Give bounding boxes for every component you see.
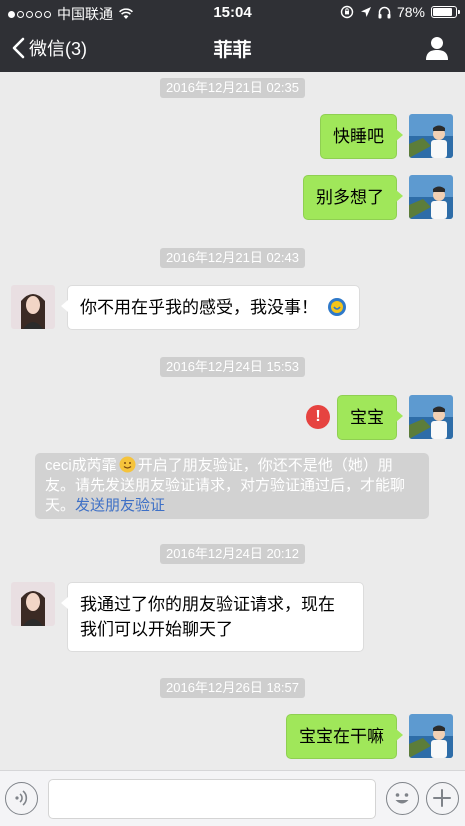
status-bar: 中国联通 15:04 78%	[0, 0, 465, 24]
timestamp-label: 2016年12月21日 02:35	[160, 78, 305, 98]
send-verification-link[interactable]: 发送朋友验证	[75, 497, 165, 514]
contact-message-bubble[interactable]: 我通过了你的朋友验证请求，现在 我们可以开始聊天了	[61, 582, 364, 652]
battery-percent: 78%	[396, 4, 425, 20]
message-text: 宝宝	[350, 408, 384, 427]
person-icon	[426, 37, 448, 60]
my-message-bubble[interactable]: 别多想了	[303, 175, 403, 220]
message-text: 快睡吧	[333, 127, 384, 146]
timestamp-label: 2016年12月21日 02:43	[160, 248, 305, 268]
status-right: 78%	[340, 4, 460, 20]
my-avatar[interactable]	[409, 175, 453, 219]
emoji-icon	[395, 793, 409, 804]
battery-icon	[431, 6, 460, 18]
message-text: 宝宝在干嘛	[299, 727, 384, 746]
voice-icon	[15, 790, 28, 806]
profile-button[interactable]	[423, 34, 451, 62]
voice-button[interactable]	[5, 782, 38, 815]
timestamp: 2016年12月24日 20:12	[0, 544, 465, 564]
back-label: 微信(3)	[29, 39, 87, 59]
headphones-icon	[378, 6, 391, 18]
chat-area[interactable]: 2016年12月21日 02:35 快睡吧 别多想了 2016年12月21日 0…	[0, 72, 465, 770]
timestamp: 2016年12月21日 02:35	[0, 78, 465, 98]
timestamp-label: 2016年12月24日 15:53	[160, 357, 305, 377]
message-text-line: 我们可以开始聊天了	[80, 620, 233, 639]
smile-emoji-icon	[119, 456, 136, 473]
plus-icon	[433, 789, 451, 807]
location-icon	[360, 7, 371, 17]
emoji-icon	[327, 298, 346, 316]
message-text-line: 我通过了你的朋友验证请求，现在	[80, 595, 335, 614]
contact-avatar-image	[11, 285, 55, 329]
rotation-lock-icon	[340, 5, 354, 19]
my-avatar[interactable]	[409, 395, 453, 439]
message-text: 别多想了	[316, 188, 384, 207]
my-avatar-image	[409, 114, 453, 158]
my-avatar[interactable]	[409, 714, 453, 758]
contact-avatar[interactable]	[11, 285, 55, 329]
back-button[interactable]: 微信(3)	[12, 35, 87, 61]
send-failed-icon[interactable]: !	[306, 405, 330, 429]
timestamp-label: 2016年12月26日 18:57	[160, 678, 305, 698]
timestamp: 2016年12月21日 02:43	[0, 248, 465, 268]
my-avatar[interactable]	[409, 114, 453, 158]
contact-message-bubble[interactable]: 你不用在乎我的感受，我没事！	[61, 285, 360, 330]
chevron-left-icon	[12, 37, 25, 59]
emoji-button[interactable]	[386, 782, 419, 815]
more-button[interactable]	[426, 782, 459, 815]
message-text: 你不用在乎我的感受，我没事！	[80, 298, 318, 317]
my-avatar-image	[409, 395, 453, 439]
my-message-bubble[interactable]: 宝宝在干嘛	[286, 714, 403, 759]
input-bar	[0, 770, 465, 826]
nav-bar: 微信(3) 菲菲	[0, 24, 465, 72]
timestamp: 2016年12月26日 18:57	[0, 678, 465, 698]
my-avatar-image	[409, 175, 453, 219]
my-message-bubble[interactable]: 快睡吧	[320, 114, 403, 159]
my-avatar-image	[409, 714, 453, 758]
my-message-bubble[interactable]: 宝宝	[337, 395, 403, 440]
timestamp-label: 2016年12月24日 20:12	[160, 544, 305, 564]
system-message: ceci成芮霏 开启了朋友验证，你还不是他（她）朋友。请先发送朋友验证请求，对方验…	[35, 453, 429, 519]
timestamp: 2016年12月24日 15:53	[0, 357, 465, 377]
contact-avatar[interactable]	[11, 582, 55, 626]
battery-fill	[433, 8, 452, 16]
contact-avatar-image	[11, 582, 55, 626]
system-message-name: ceci成芮霏	[45, 457, 117, 474]
message-input[interactable]	[48, 779, 376, 819]
